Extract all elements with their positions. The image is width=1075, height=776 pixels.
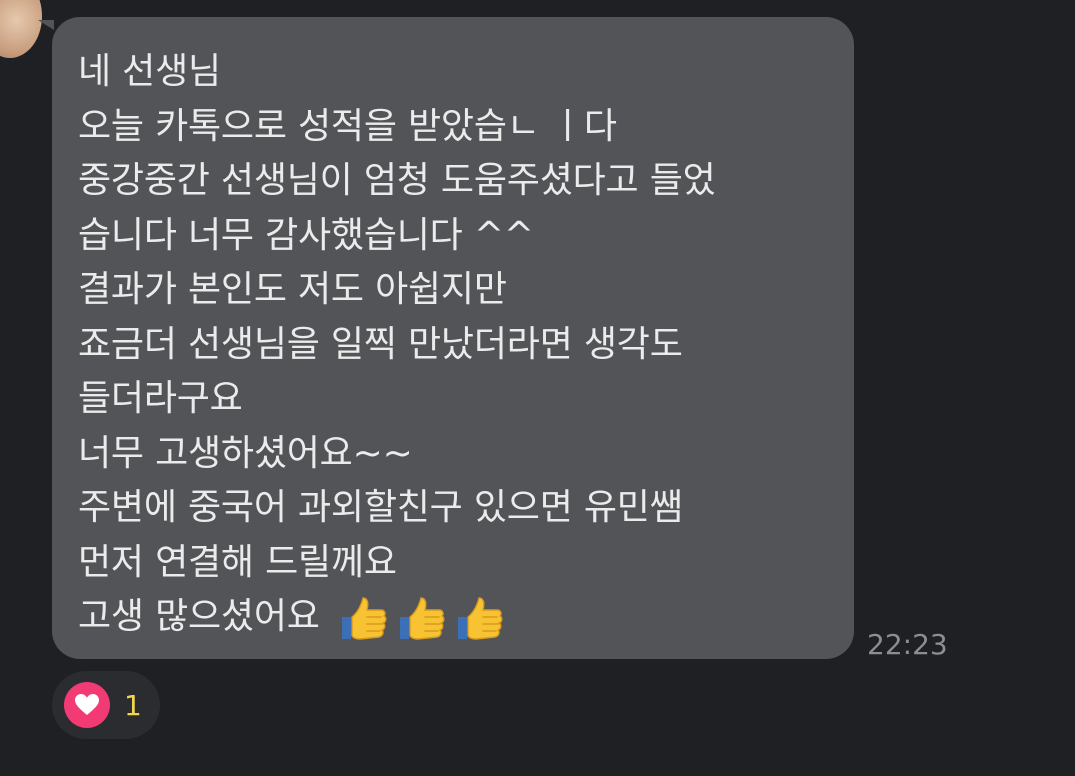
reaction-count: 1 [124,688,142,722]
message-line: 오늘 카톡으로 성적을 받았습ㄴ ㅣ다 [78,105,617,147]
message-last-line: 고생 많으셨어요 [78,590,828,645]
heart-icon [64,682,110,728]
message-line: 너무 고생하셨어요~~ [78,432,413,474]
message-line: 습니다 너무 감사했습니다 ^^ [78,214,534,256]
thumbs-up-icon [457,597,503,640]
emoji-group [336,591,510,646]
sender-avatar[interactable] [0,0,42,58]
bubble-tail [38,20,54,30]
message-line: 네 선생님 [78,51,221,92]
message-line: 고생 많으셨어요 [78,596,320,637]
message-line: 결과가 본인도 저도 아쉽지만 [78,269,507,310]
message-timestamp: 22:23 [867,628,948,661]
message-line: 들더라구요 [78,378,243,419]
message-line: 주변에 중국어 과외할친구 있으면 유민쌤 [78,487,683,528]
thumbs-up-icon [341,597,387,640]
message-bubble[interactable]: 네 선생님 오늘 카톡으로 성적을 받았습ㄴ ㅣ다 중강중간 선생님이 엄청 도… [52,17,854,659]
message-line: 먼저 연결해 드릴께요 [78,541,397,583]
message-line: 죠금더 선생님을 일찍 만났더라면 생각도 [78,323,683,365]
heart-reaction-badge[interactable]: 1 [52,671,160,739]
message-line: 중강중간 선생님이 엄청 도움주셨다고 들었 [78,160,716,201]
thumbs-up-icon [399,597,445,640]
